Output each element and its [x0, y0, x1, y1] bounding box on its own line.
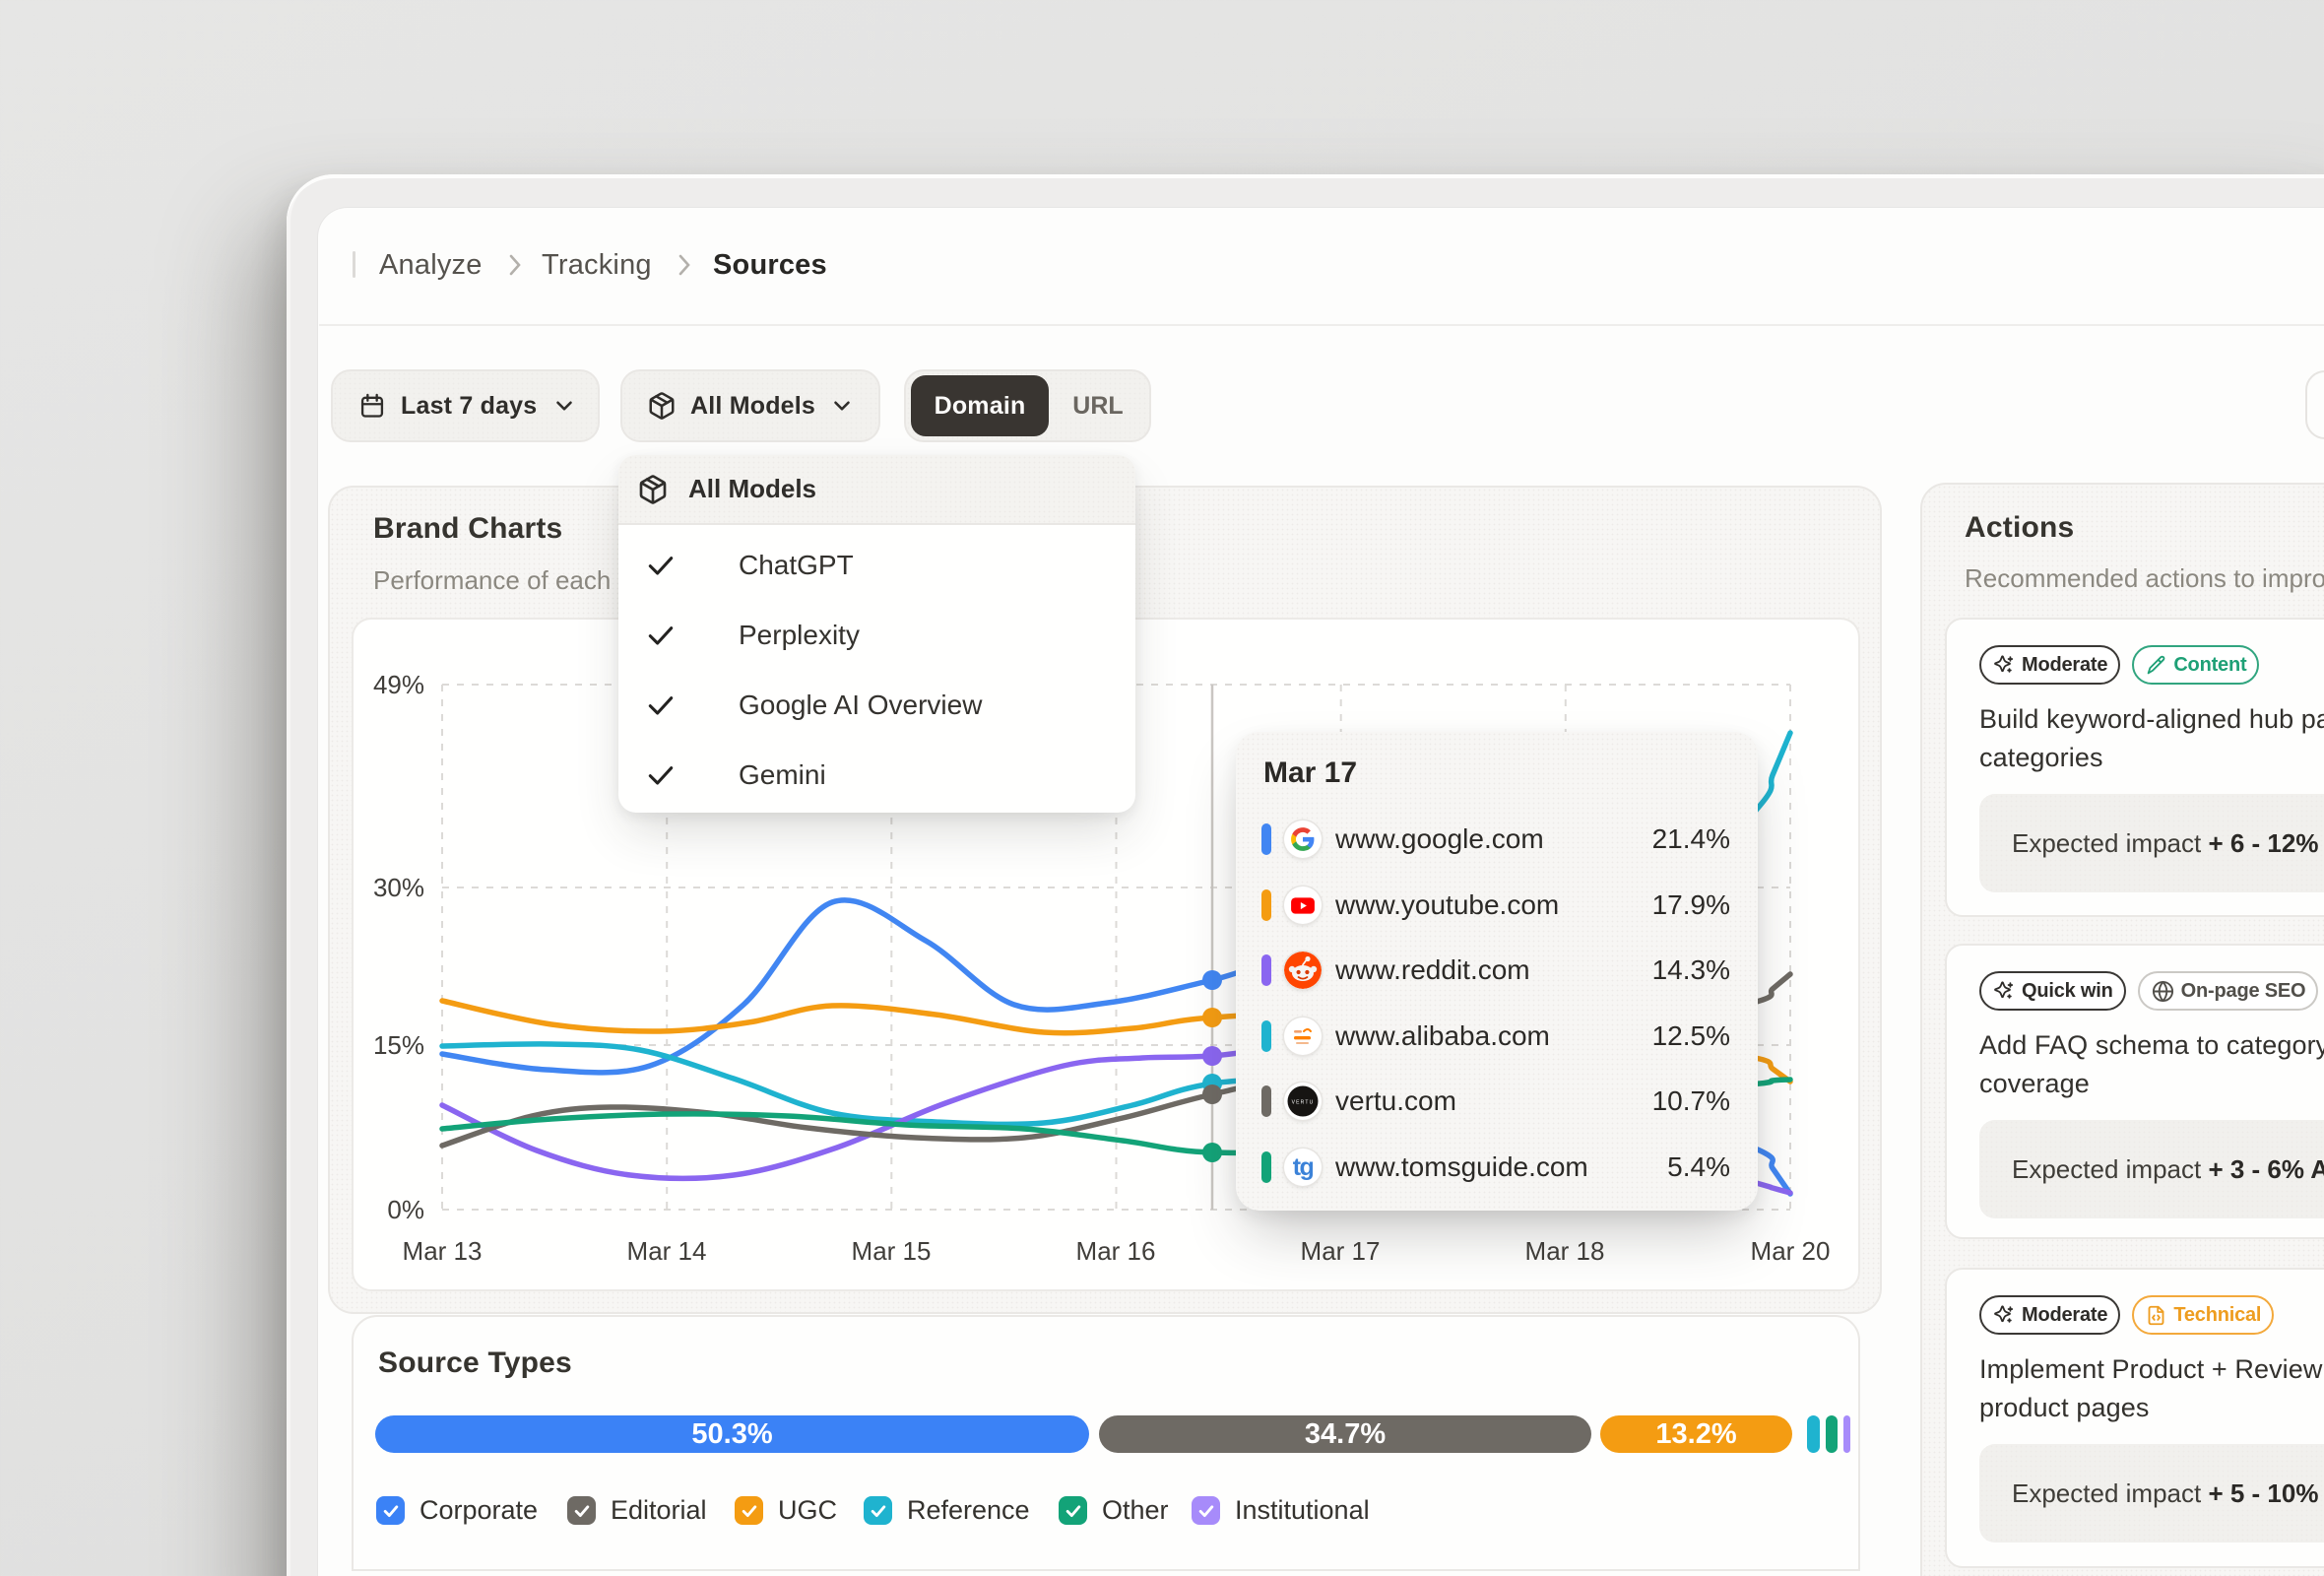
svg-text:VERTU: VERTU: [1292, 1100, 1315, 1106]
